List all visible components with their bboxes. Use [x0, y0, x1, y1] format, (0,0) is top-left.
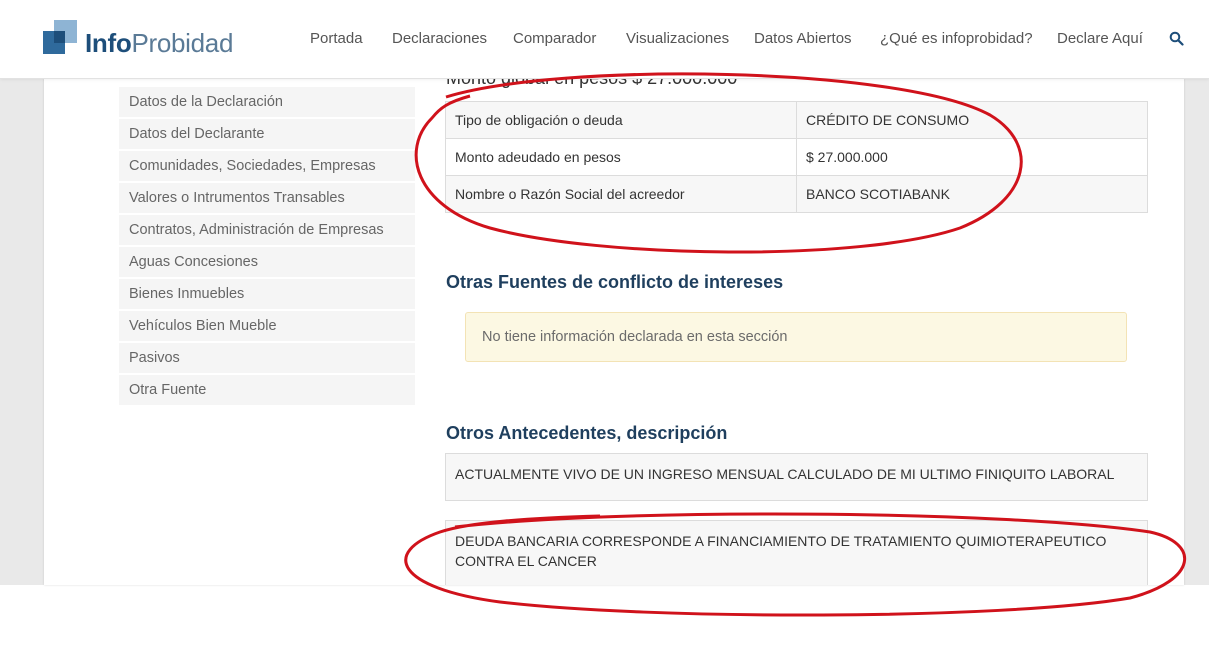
sidebar-item-contratos[interactable]: Contratos, Administración de Empresas [119, 215, 415, 245]
debt-table: Tipo de obligación o deuda CRÉDITO DE CO… [445, 101, 1148, 213]
table-cell-value: $ 27.000.000 [796, 138, 1148, 176]
nav-declare-aqui[interactable]: Declare Aquí [1057, 30, 1143, 47]
antecedentes-section-title: Otros Antecedentes, descripción [446, 423, 728, 443]
sidebar-item-valores[interactable]: Valores o Intrumentos Transables [119, 183, 415, 213]
table-row: Monto adeudado en pesos $ 27.000.000 [445, 138, 1148, 176]
table-cell-key: Nombre o Razón Social del acreedor [445, 175, 797, 213]
sidebar-item-aguas[interactable]: Aguas Concesiones [119, 247, 415, 277]
table-cell-value: CRÉDITO DE CONSUMO [796, 101, 1148, 139]
nav-declaraciones[interactable]: Declaraciones [392, 30, 487, 47]
antecedente-box-1: ACTUALMENTE VIVO DE UN INGRESO MENSUAL C… [445, 453, 1148, 501]
conflict-section-title: Otras Fuentes de conflicto de intereses [446, 272, 784, 292]
sidebar-item-datos-declaracion[interactable]: Datos de la Declaración [119, 87, 415, 117]
sidebar-item-pasivos[interactable]: Pasivos [119, 343, 415, 373]
nav-comparador[interactable]: Comparador [513, 30, 596, 47]
nav-visualizaciones[interactable]: Visualizaciones [626, 30, 729, 47]
search-icon[interactable] [1169, 31, 1184, 46]
table-cell-value: BANCO SCOTIABANK [796, 175, 1148, 213]
nav-portada[interactable]: Portada [310, 30, 363, 47]
no-info-alert: No tiene información declarada en esta s… [465, 312, 1127, 362]
sidebar-item-datos-declarante[interactable]: Datos del Declarante [119, 119, 415, 149]
site-header: InfoProbidad Portada Declaraciones Compa… [0, 0, 1209, 79]
sidebar-item-comunidades[interactable]: Comunidades, Sociedades, Empresas [119, 151, 415, 181]
table-cell-key: Tipo de obligación o deuda [445, 101, 797, 139]
table-row: Tipo de obligación o deuda CRÉDITO DE CO… [445, 101, 1148, 139]
sidebar-item-otra-fuente[interactable]: Otra Fuente [119, 375, 415, 405]
main-nav: Portada Declaraciones Comparador Visuali… [0, 30, 1209, 50]
antecedente-box-2: DEUDA BANCARIA CORRESPONDE A FINANCIAMIE… [445, 520, 1148, 585]
nav-que-es[interactable]: ¿Qué es infoprobidad? [880, 30, 1033, 47]
table-cell-key: Monto adeudado en pesos [445, 138, 797, 176]
sidebar-item-bienes-inmuebles[interactable]: Bienes Inmuebles [119, 279, 415, 309]
nav-datos-abiertos[interactable]: Datos Abiertos [754, 30, 852, 47]
declaration-sidebar: Datos de la Declaración Datos del Declar… [119, 87, 415, 407]
table-row: Nombre o Razón Social del acreedor BANCO… [445, 175, 1148, 213]
sidebar-item-vehiculos[interactable]: Vehículos Bien Mueble [119, 311, 415, 341]
